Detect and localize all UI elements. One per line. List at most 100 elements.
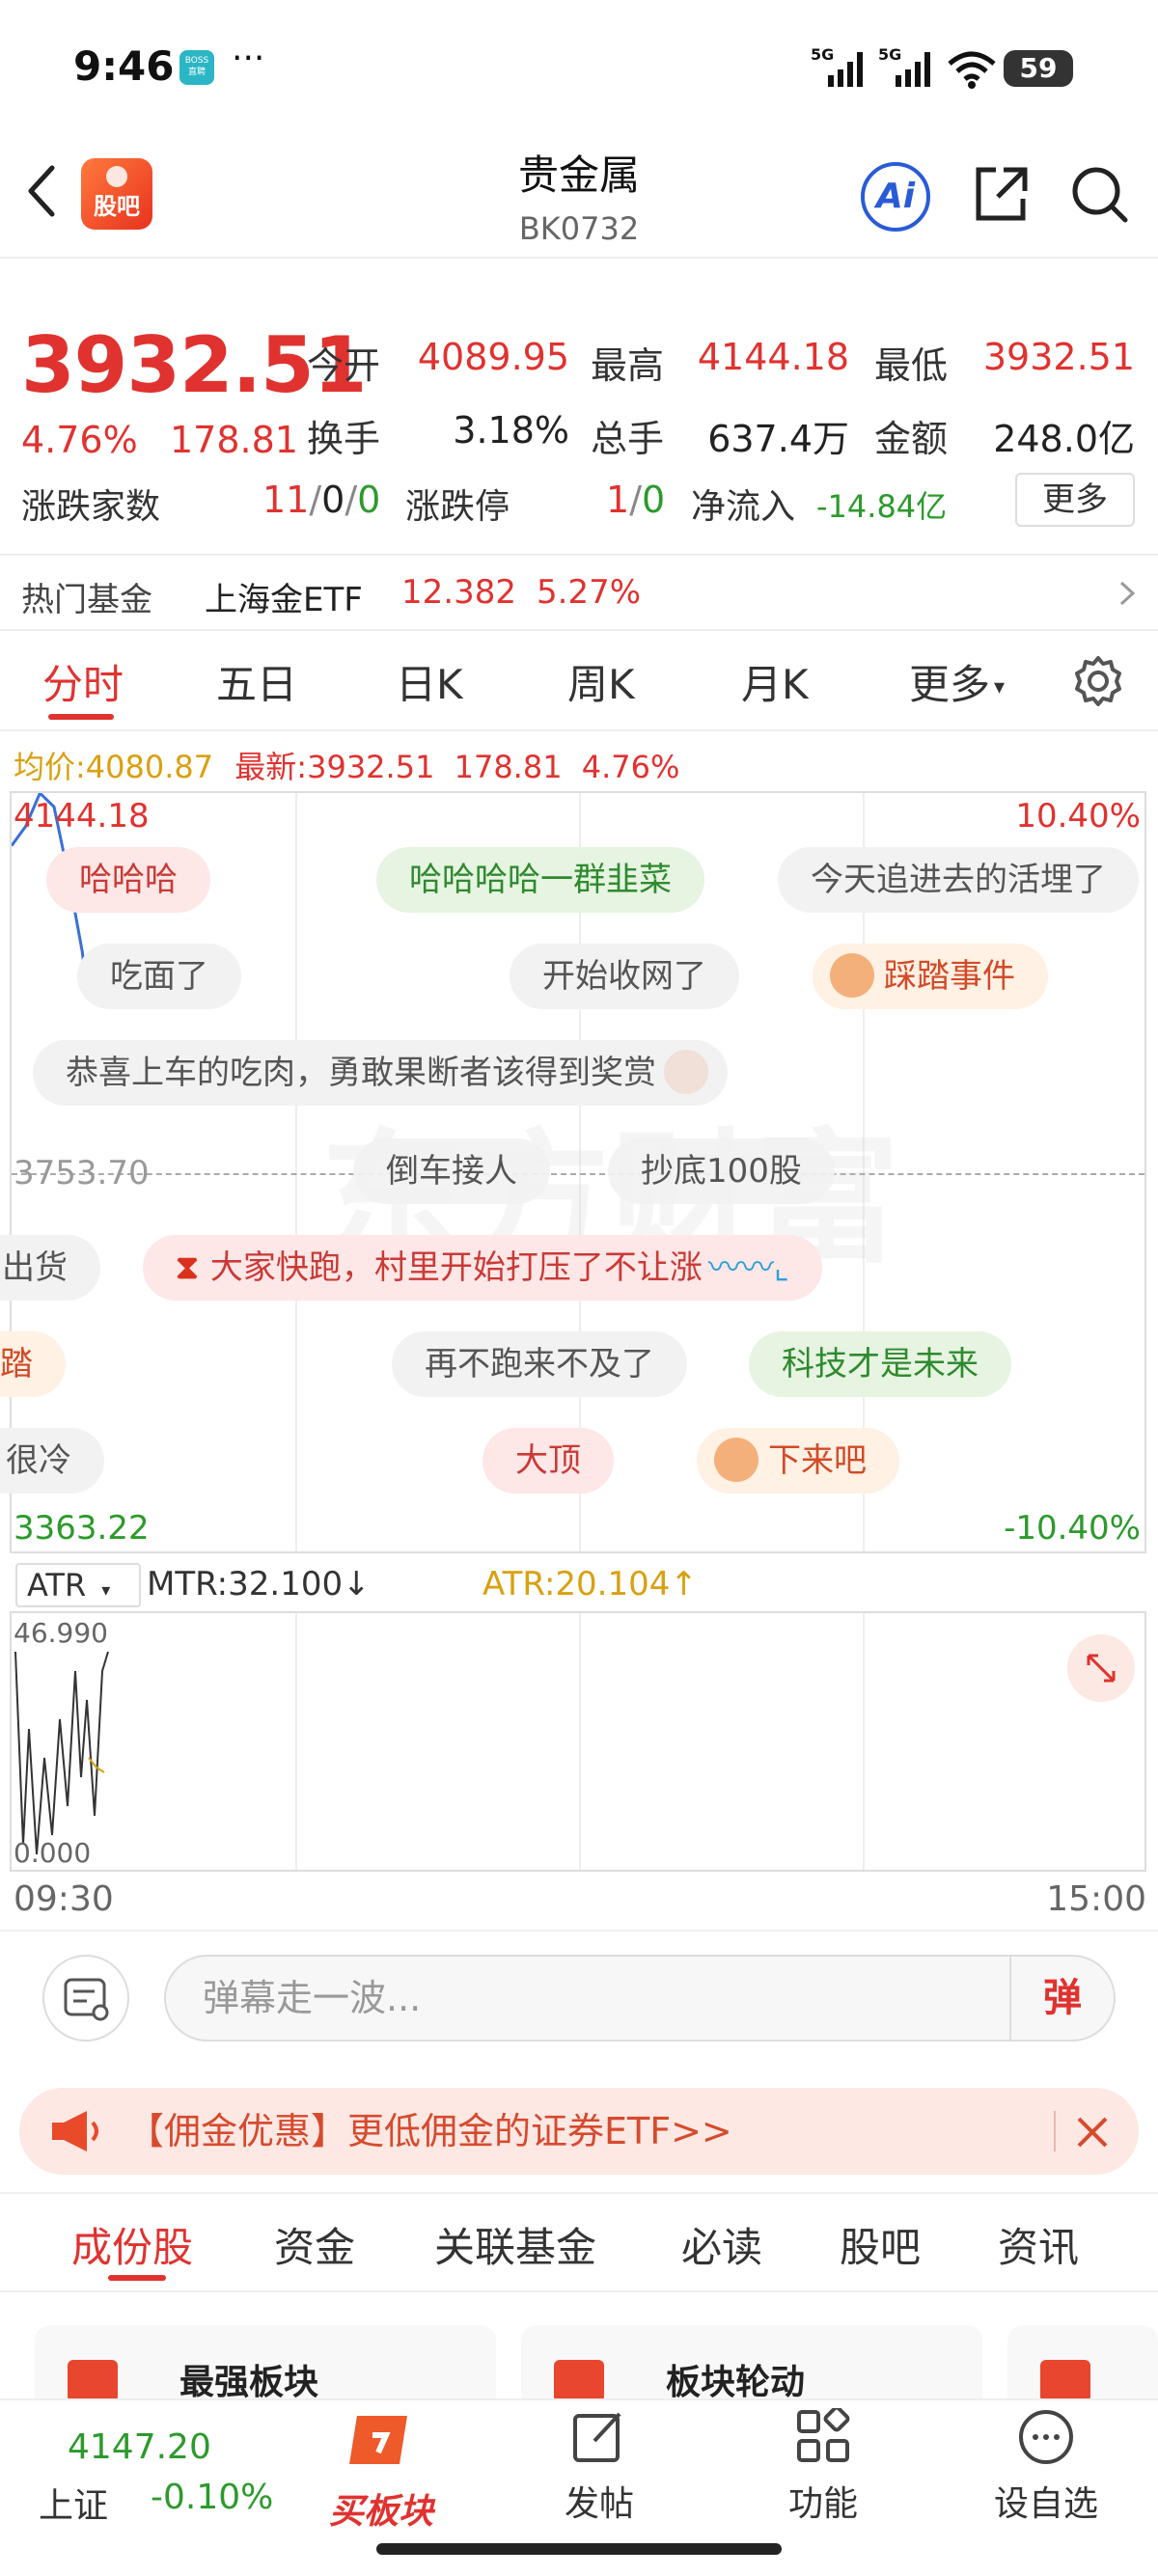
danmu-settings-button[interactable] bbox=[42, 1955, 129, 2042]
tab-news[interactable]: 资讯 bbox=[998, 2215, 1079, 2274]
guba-logo[interactable]: 股吧 bbox=[81, 158, 152, 230]
tab-related-funds[interactable]: 关联基金 bbox=[434, 2215, 596, 2274]
danmaku-bubble[interactable]: 倒车接人 bbox=[353, 1138, 550, 1204]
danmu-input[interactable]: 弹幕走一波... bbox=[164, 1955, 1116, 2042]
card-icon bbox=[1040, 2360, 1090, 2402]
open-label: 今开 bbox=[307, 344, 381, 387]
post-label[interactable]: 发帖 bbox=[522, 2476, 676, 2526]
board-rotation-card[interactable]: 板块轮动 bbox=[521, 2325, 982, 2402]
hot-fund-price: 12.382 bbox=[401, 573, 516, 612]
danmaku-bubble[interactable]: 踏 bbox=[0, 1331, 66, 1397]
share-icon[interactable] bbox=[969, 162, 1033, 226]
logo-text: 股吧 bbox=[94, 193, 140, 220]
down-arrow-icon: ↓ bbox=[343, 1565, 371, 1603]
limit-label: 涨跌停 bbox=[405, 487, 510, 527]
tab-funds[interactable]: 资金 bbox=[274, 2215, 355, 2274]
bull-emoji-icon bbox=[830, 952, 874, 998]
high-label: 最高 bbox=[591, 344, 665, 387]
gear-icon[interactable] bbox=[1071, 654, 1125, 708]
danmaku-text: 大家快跑，村里开始打压了不让涨 bbox=[209, 1248, 703, 1287]
breadth-down: 0 bbox=[357, 479, 381, 521]
expand-button[interactable] bbox=[1067, 1634, 1135, 1702]
latest-pct: 4.76% bbox=[581, 749, 680, 785]
tab-five-day[interactable]: 五日 bbox=[216, 652, 297, 711]
danmaku-bubble[interactable]: 哈哈哈 bbox=[46, 847, 210, 913]
tab-guba[interactable]: 股吧 bbox=[840, 2215, 921, 2274]
open-value: 4089.95 bbox=[417, 336, 569, 378]
atr-label: ATR:20.104 bbox=[482, 1565, 671, 1603]
tab-constituents[interactable]: 成份股 bbox=[71, 2215, 193, 2274]
amount-value: 248.0亿 bbox=[993, 418, 1135, 460]
more-card[interactable] bbox=[1007, 2325, 1158, 2402]
danmaku-bubble[interactable]: 再不跑来不及了 bbox=[392, 1331, 687, 1397]
battery-icon: 59 bbox=[1004, 50, 1073, 87]
chart-info-line: 均价:4080.87 最新:3932.51 178.81 4.76% bbox=[14, 743, 679, 787]
danmaku-bubble[interactable]: 恭喜上车的吃肉，勇敢果断者该得到奖赏 bbox=[33, 1040, 728, 1106]
tabs-divider bbox=[0, 729, 1158, 731]
add-watchlist-label[interactable]: 设自选 bbox=[969, 2476, 1123, 2526]
danmaku-bubble[interactable]: 踩踏事件 bbox=[813, 944, 1048, 1009]
danmaku-bubble[interactable]: 开始收网了 bbox=[510, 944, 739, 1009]
signal-icon-1: 5G bbox=[811, 46, 863, 87]
low-label: 最低 bbox=[874, 344, 949, 387]
card-title: 最强板块 bbox=[179, 2363, 319, 2402]
rotation-icon bbox=[554, 2360, 604, 2402]
index-name: 上证 bbox=[39, 2486, 109, 2526]
strongest-board-card[interactable]: 最强板块 bbox=[35, 2325, 496, 2402]
danmaku-bubble[interactable]: 出货 bbox=[0, 1235, 100, 1301]
y-bottom-pct: -10.40% bbox=[1004, 1509, 1141, 1548]
more-quote-button[interactable]: 更多 bbox=[1015, 473, 1135, 527]
post-icon[interactable] bbox=[571, 2408, 627, 2464]
danmaku-bubble[interactable]: 哈哈哈哈一群韭菜 bbox=[376, 847, 704, 913]
more-notifications-icon: ··· bbox=[232, 39, 265, 78]
function-icon[interactable] bbox=[795, 2408, 851, 2464]
time-end-label: 15:00 bbox=[1046, 1879, 1146, 1919]
danmaku-bubble[interactable]: 很冷 bbox=[0, 1428, 104, 1494]
tab-must-read[interactable]: 必读 bbox=[681, 2215, 762, 2274]
tab-more[interactable]: 更多 ▾ bbox=[909, 652, 1005, 711]
search-icon[interactable] bbox=[1067, 162, 1131, 226]
signal-icon-2: 5G bbox=[878, 46, 930, 87]
danmaku-bubble[interactable]: 科技才是未来 bbox=[749, 1331, 1011, 1397]
danmaku-bubble[interactable]: 吃面了 bbox=[77, 944, 241, 1009]
ai-assistant-button[interactable]: Ai bbox=[861, 162, 930, 232]
close-icon[interactable] bbox=[1073, 2113, 1112, 2151]
buy-board-button[interactable]: 买板块 bbox=[309, 2406, 454, 2561]
avg-value: 4080.87 bbox=[85, 749, 214, 785]
active-section-indicator bbox=[108, 2275, 166, 2281]
time-start-label: 09:30 bbox=[14, 1879, 114, 1919]
back-arrow-icon[interactable] bbox=[23, 162, 62, 220]
atr-chart[interactable]: 46.990 0.000 bbox=[10, 1611, 1146, 1872]
tab-daily-k[interactable]: 日K bbox=[396, 652, 463, 711]
mtr-label: MTR:32.100 bbox=[147, 1565, 344, 1603]
promo-banner[interactable]: 【佣金优惠】更低佣金的证券ETF>> bbox=[19, 2088, 1139, 2175]
tab-monthly-k[interactable]: 月K bbox=[741, 652, 809, 711]
limit-sep: / bbox=[629, 479, 642, 521]
index-price: 4147.20 bbox=[68, 2427, 211, 2467]
tab-intraday[interactable]: 分时 bbox=[42, 652, 124, 711]
danmaku-bubble[interactable]: 大顶 bbox=[482, 1428, 614, 1494]
danmu-send-button[interactable]: 弹 bbox=[1009, 1957, 1114, 2040]
page-title: 贵金属 bbox=[517, 151, 640, 199]
danmaku-bubble[interactable]: 下来吧 bbox=[697, 1428, 899, 1494]
status-bar: 9:46 BOSS 直聘 ··· 5G 5G 59 bbox=[0, 0, 1158, 135]
logo-mark-icon bbox=[106, 166, 127, 187]
indicator-selector[interactable]: ATR ▾ bbox=[15, 1563, 141, 1607]
danmaku-text: 踩踏事件 bbox=[884, 957, 1015, 996]
danmaku-bubble[interactable]: 今天追进去的活埋了 bbox=[778, 847, 1139, 913]
function-label[interactable]: 功能 bbox=[746, 2476, 900, 2526]
danmaku-bubble[interactable]: 抄底100股 bbox=[608, 1138, 835, 1204]
grid-line bbox=[295, 1613, 297, 1870]
promo-divider bbox=[1054, 2111, 1056, 2151]
avg-label: 均价: bbox=[14, 749, 86, 785]
intraday-chart[interactable]: 4144.18 10.40% 3753.70 3363.22 -10.40% 东… bbox=[0, 791, 1146, 1553]
up-arrow-icon: ↑ bbox=[670, 1565, 698, 1603]
limit-down: 0 bbox=[642, 479, 666, 521]
add-watchlist-icon[interactable] bbox=[1017, 2408, 1075, 2466]
turnover-label: 换手 bbox=[307, 418, 381, 460]
hot-fund-bar[interactable]: 热门基金 上海金ETF 12.382 5.27% bbox=[0, 554, 1158, 631]
hot-fund-label: 热门基金 bbox=[21, 581, 152, 619]
network-label-2: 5G bbox=[878, 46, 901, 64]
tab-weekly-k[interactable]: 周K bbox=[567, 652, 635, 711]
danmaku-bubble[interactable]: ⧗ 大家快跑，村里开始打压了不让涨 〰〰⌞ bbox=[143, 1235, 822, 1301]
